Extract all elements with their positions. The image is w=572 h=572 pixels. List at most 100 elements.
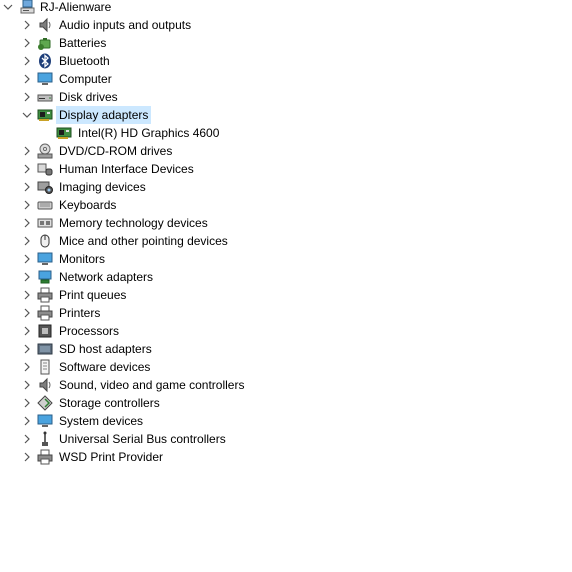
tree-item-display-adapters[interactable]: Display adapters [0,106,572,124]
printer-icon [37,305,53,321]
tree-item-label: Disk drives [59,90,118,104]
tree-item-label: Imaging devices [59,180,146,194]
chevron-right-icon[interactable] [20,250,34,268]
tree-item-network-adapters[interactable]: Network adapters [0,268,572,286]
usb-icon [37,431,53,447]
tree-item-label: WSD Print Provider [59,450,164,464]
speaker-icon [37,17,53,33]
tree-item-label: Audio inputs and outputs [59,18,192,32]
chevron-right-icon[interactable] [20,358,34,376]
tree-item-keyboards[interactable]: Keyboards [0,196,572,214]
tree-item-bluetooth[interactable]: Bluetooth [0,52,572,70]
tree-item-label: Batteries [59,36,107,50]
mouse-icon [37,233,53,249]
tree-item-label: Display adapters [56,106,152,124]
camera-icon [37,179,53,195]
tree-item-sd-host-adapters[interactable]: SD host adapters [0,340,572,358]
tree-item-dvd-cd-rom-drives[interactable]: DVD/CD-ROM drives [0,142,572,160]
chevron-right-icon[interactable] [20,142,34,160]
chevron-right-icon[interactable] [20,304,34,322]
battery-icon [37,35,53,51]
tree-item-printers[interactable]: Printers [0,304,572,322]
tree-item-storage-controllers[interactable]: Storage controllers [0,394,572,412]
tree-item-label: SD host adapters [59,342,152,356]
tree-item-label: Human Interface Devices [59,162,194,176]
tree-item-mice-and-other-pointing-devices[interactable]: Mice and other pointing devices [0,232,572,250]
chevron-down-icon[interactable] [1,0,15,16]
software-device-icon [37,359,53,375]
chevron-right-icon[interactable] [20,70,34,88]
keyboard-icon [37,197,53,213]
tree-item-universal-serial-bus-controllers[interactable]: Universal Serial Bus controllers [0,430,572,448]
chevron-right-icon[interactable] [20,412,34,430]
tree-item-sound-video-and-game-controllers[interactable]: Sound, video and game controllers [0,376,572,394]
disk-drive-icon [37,89,53,105]
tree-item-batteries[interactable]: Batteries [0,34,572,52]
tree-item-label: Monitors [59,252,106,266]
tree-item-label: Universal Serial Bus controllers [59,432,226,446]
tree-item-audio-inputs-and-outputs[interactable]: Audio inputs and outputs [0,16,572,34]
tree-item-label: Storage controllers [59,396,160,410]
tree-item-wsd-print-provider[interactable]: WSD Print Provider [0,448,572,466]
chevron-right-icon[interactable] [20,286,34,304]
storage-controller-icon [37,395,53,411]
tree-item-label: DVD/CD-ROM drives [59,144,173,158]
tree-item-print-queues[interactable]: Print queues [0,286,572,304]
chevron-right-icon[interactable] [20,34,34,52]
display-adapter-icon [37,107,53,123]
chevron-right-icon[interactable] [20,232,34,250]
tree-item-computer[interactable]: Computer [0,70,572,88]
hid-icon [37,161,53,177]
chevron-right-icon[interactable] [20,394,34,412]
computer-icon [19,0,35,15]
tree-item-label: Mice and other pointing devices [59,234,228,248]
chevron-right-icon[interactable] [20,160,34,178]
tree-item-disk-drives[interactable]: Disk drives [0,88,572,106]
tree-item-software-devices[interactable]: Software devices [0,358,572,376]
chevron-right-icon[interactable] [20,376,34,394]
tree-item-label: Computer [59,72,112,86]
printer-icon [37,449,53,465]
tree-item-memory-technology-devices[interactable]: Memory technology devices [0,214,572,232]
monitor-icon [37,71,53,87]
tree-item-processors[interactable]: Processors [0,322,572,340]
tree-item-label: Processors [59,324,120,338]
processor-icon [37,323,53,339]
tree-item-label: Memory technology devices [59,216,208,230]
monitor-icon [37,413,53,429]
tree-item-monitors[interactable]: Monitors [0,250,572,268]
tree-item-system-devices[interactable]: System devices [0,412,572,430]
network-icon [37,269,53,285]
chevron-right-icon[interactable] [20,88,34,106]
memory-icon [37,215,53,231]
chevron-right-icon[interactable] [20,268,34,286]
optical-drive-icon [37,143,53,159]
chevron-right-icon[interactable] [20,16,34,34]
device-tree[interactable]: RJ-Alienware Audio inputs and outputs Batt… [0,0,572,466]
chevron-right-icon[interactable] [20,52,34,70]
chevron-right-icon[interactable] [20,196,34,214]
tree-device-item[interactable]: Intel(R) HD Graphics 4600 [0,124,572,142]
tree-item-label: Sound, video and game controllers [59,378,245,392]
tree-item-human-interface-devices[interactable]: Human Interface Devices [0,160,572,178]
tree-item-label: Print queues [59,288,127,302]
chevron-right-icon[interactable] [20,430,34,448]
chevron-right-icon[interactable] [20,214,34,232]
chevron-right-icon[interactable] [20,178,34,196]
tree-item-label: Bluetooth [59,54,110,68]
speaker-icon [37,377,53,393]
tree-root-computer[interactable]: RJ-Alienware [0,0,572,16]
chevron-right-icon[interactable] [20,340,34,358]
tree-root-label: RJ-Alienware [40,0,112,14]
chevron-right-icon[interactable] [20,448,34,466]
chevron-right-icon[interactable] [20,322,34,340]
display-adapter-icon [56,125,72,141]
printer-icon [37,287,53,303]
tree-item-label: Software devices [59,360,151,374]
tree-item-imaging-devices[interactable]: Imaging devices [0,178,572,196]
tree-item-label: Printers [59,306,101,320]
sd-card-icon [37,341,53,357]
tree-item-label: System devices [59,414,144,428]
tree-item-label: Keyboards [59,198,117,212]
chevron-down-icon[interactable] [20,106,34,124]
